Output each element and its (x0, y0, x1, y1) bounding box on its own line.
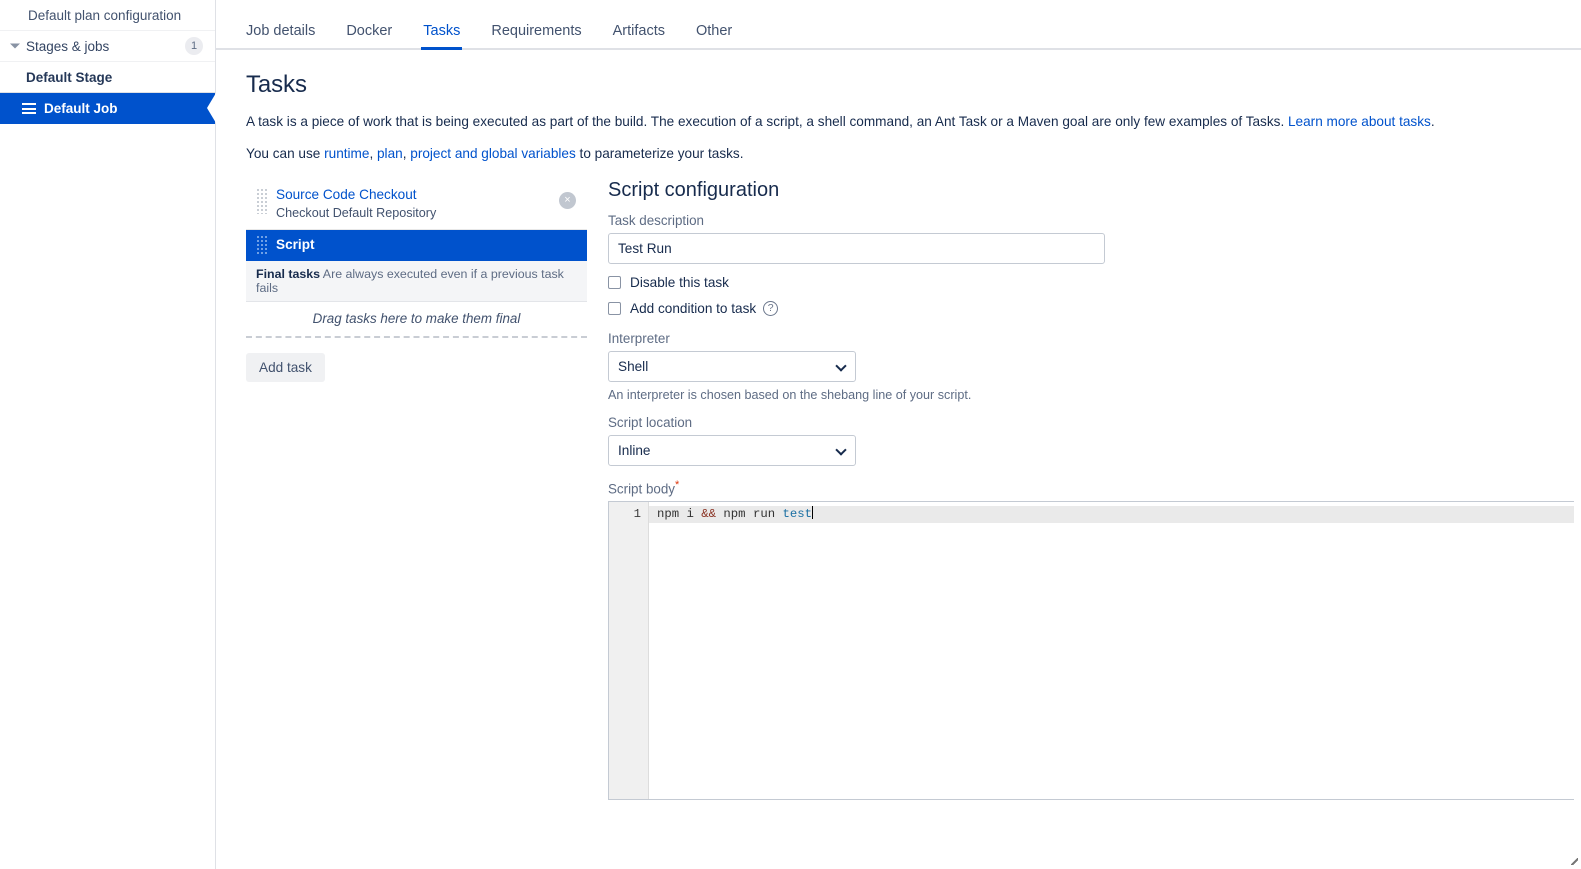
tasks-description-variables: You can use runtime, plan, project and g… (246, 145, 1551, 163)
disable-task-label: Disable this task (630, 275, 729, 290)
add-condition-checkbox[interactable] (608, 302, 621, 315)
script-location-select[interactable]: Inline (608, 435, 856, 466)
script-location-select-wrapper: Inline (608, 435, 856, 466)
drag-handle-icon[interactable] (256, 188, 267, 214)
script-configuration-panel: Script configuration Task description Di… (587, 179, 1574, 800)
sidebar-item-label: Default plan configuration (28, 8, 181, 23)
script-body-label-text: Script body (608, 481, 675, 496)
drag-handle-icon[interactable] (256, 235, 267, 255)
tab-other[interactable]: Other (696, 23, 732, 48)
sidebar-item-label: Default Job (44, 101, 118, 116)
app-root: Default plan configuration Stages & jobs… (0, 0, 1581, 869)
task-item-title: Script (276, 236, 315, 254)
add-task-button[interactable]: Add task (246, 353, 325, 382)
final-tasks-dropzone[interactable]: Drag tasks here to make them final (246, 302, 587, 338)
task-item-title: Source Code Checkout (276, 186, 436, 204)
interpreter-select[interactable]: Shell (608, 351, 856, 382)
variables-text-prefix: You can use (246, 146, 324, 161)
remove-task-icon[interactable]: × (559, 192, 576, 209)
main-content: Job details Docker Tasks Requirements Ar… (216, 0, 1581, 869)
sidebar-item-default-plan-configuration[interactable]: Default plan configuration (0, 0, 215, 31)
sidebar-item-default-job[interactable]: Default Job (0, 93, 215, 124)
code-token-argument: test (782, 507, 812, 521)
tab-docker[interactable]: Docker (346, 23, 392, 48)
sidebar-item-default-stage[interactable]: Default Stage (0, 62, 215, 93)
stages-count-badge: 1 (185, 37, 203, 55)
task-list-item-script[interactable]: Script (246, 230, 587, 261)
task-list-item-source-code-checkout[interactable]: Source Code Checkout Checkout Default Re… (246, 179, 587, 230)
sidebar-item-label: Stages & jobs (26, 39, 109, 54)
page-title: Tasks (246, 71, 1551, 99)
line-number: 1 (609, 506, 641, 523)
disable-task-row[interactable]: Disable this task (608, 275, 1574, 290)
code-token-command: npm i (657, 507, 701, 521)
final-tasks-label: Final tasks (256, 267, 320, 281)
required-indicator: * (675, 479, 679, 491)
disable-task-checkbox[interactable] (608, 276, 621, 289)
task-description-label: Task description (608, 213, 1574, 228)
script-body-editor[interactable]: 1 npm i && npm run test (608, 501, 1574, 800)
sidebar-item-label: Default Stage (26, 70, 112, 85)
add-condition-label: Add condition to task (630, 301, 756, 316)
code-line-1[interactable]: npm i && npm run test (649, 506, 1574, 523)
description-text: A task is a piece of work that is being … (246, 114, 1288, 129)
configuration-title: Script configuration (608, 179, 1574, 202)
editor-code-area[interactable]: npm i && npm run test (649, 502, 1574, 799)
help-icon[interactable]: ? (763, 301, 778, 316)
job-list-icon (22, 103, 36, 114)
code-token-command-2: npm run (723, 507, 782, 521)
code-token-operator: && (701, 507, 723, 521)
tab-requirements[interactable]: Requirements (491, 23, 581, 48)
tab-bar: Job details Docker Tasks Requirements Ar… (216, 0, 1581, 50)
tasks-description-primary: A task is a piece of work that is being … (246, 113, 1551, 131)
variables-text-suffix: to parameterize your tasks. (576, 146, 744, 161)
separator: , (369, 146, 377, 161)
task-description-input[interactable] (608, 233, 1105, 264)
tab-tasks[interactable]: Tasks (423, 23, 460, 48)
project-global-variables-link[interactable]: project and global variables (410, 146, 576, 161)
script-body-label: Script body* (608, 479, 1574, 496)
editor-resize-handle[interactable] (1566, 853, 1578, 865)
interpreter-label: Interpreter (608, 331, 1574, 346)
task-list-panel: Source Code Checkout Checkout Default Re… (246, 179, 587, 800)
plan-variables-link[interactable]: plan (377, 146, 403, 161)
tab-artifacts[interactable]: Artifacts (613, 23, 665, 48)
interpreter-hint: An interpreter is chosen based on the sh… (608, 388, 1574, 402)
sidebar-item-stages-and-jobs[interactable]: Stages & jobs 1 (0, 31, 215, 62)
sidebar: Default plan configuration Stages & jobs… (0, 0, 216, 869)
chevron-down-icon[interactable] (10, 44, 20, 49)
runtime-variables-link[interactable]: runtime (324, 146, 369, 161)
script-location-label: Script location (608, 415, 1574, 430)
add-condition-row[interactable]: Add condition to task ? (608, 301, 1574, 316)
interpreter-select-wrapper: Shell (608, 351, 856, 382)
editor-line-numbers: 1 (609, 502, 649, 799)
tasks-split-layout: Source Code Checkout Checkout Default Re… (246, 179, 1551, 800)
description-text-end: . (1431, 114, 1435, 129)
tasks-page: Tasks A task is a piece of work that is … (216, 50, 1581, 800)
task-item-body: Source Code Checkout Checkout Default Re… (276, 186, 436, 222)
text-cursor (812, 506, 813, 519)
learn-more-about-tasks-link[interactable]: Learn more about tasks (1288, 114, 1431, 129)
tab-job-details[interactable]: Job details (246, 23, 315, 48)
task-item-subtitle: Checkout Default Repository (276, 205, 436, 221)
final-tasks-header: Final tasks Are always executed even if … (246, 261, 587, 302)
task-item-body: Script (276, 236, 315, 254)
